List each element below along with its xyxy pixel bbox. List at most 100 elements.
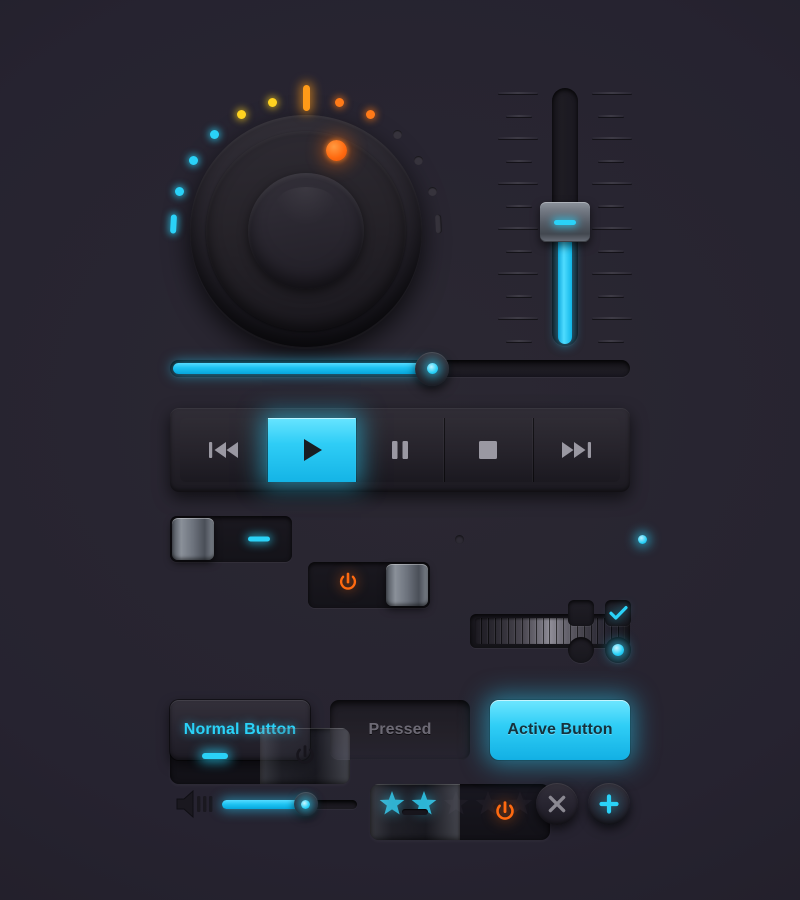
vertical-fader[interactable]: [498, 88, 632, 346]
pressed-button[interactable]: Pressed: [330, 700, 470, 760]
scroll-wheel-rib: [557, 618, 565, 644]
fader-tick: [498, 272, 538, 275]
rocker-orange-power-icon: [496, 801, 514, 820]
progress-slider-handle-led: [426, 363, 438, 374]
fader-tick: [506, 159, 532, 162]
fader-tick: [598, 340, 624, 342]
scroll-wheel-rib: [544, 618, 551, 644]
fader-tick: [506, 114, 532, 117]
scroll-wheel-rib: [502, 618, 510, 644]
small-toggle-orange-handle[interactable]: [386, 564, 428, 606]
knob-led-6: [302, 85, 310, 111]
rocker-cyan-left-face[interactable]: [170, 728, 260, 784]
rocker-cyan-power-icon: [296, 745, 314, 764]
fader-tick: [506, 340, 532, 342]
knob-led-2: [188, 156, 198, 166]
radio-selected[interactable]: [605, 637, 631, 663]
fader-tick: [592, 272, 632, 275]
rocker-cyan-right-face[interactable]: [260, 728, 350, 784]
fader-tick: [592, 92, 632, 94]
knob-led-arc: [169, 85, 443, 347]
rocker-orange-right-face[interactable]: [460, 784, 550, 840]
scroll-wheel-rib: [475, 618, 482, 644]
skip-forward-icon: [561, 442, 591, 458]
fader-tick: [598, 159, 624, 162]
rocker-switch-orange[interactable]: [370, 784, 550, 840]
add-button[interactable]: [588, 783, 630, 825]
pause-icon: [392, 441, 409, 459]
progress-slider-fill: [173, 363, 430, 374]
small-toggle-cyan-dash-icon: [248, 536, 270, 542]
fader-tick: [598, 204, 624, 207]
transport-stop-button[interactable]: [444, 418, 533, 482]
scroll-wheel-rib: [509, 618, 517, 644]
rocker-orange-left-face[interactable]: [370, 784, 460, 840]
skip-back-icon: [209, 442, 239, 458]
fader-handle-dash-icon: [554, 219, 576, 225]
progress-slider[interactable]: [170, 351, 630, 386]
knob-led-7: [334, 97, 344, 107]
fader-fill: [558, 236, 572, 344]
knob-led-10: [414, 156, 424, 166]
fader-handle[interactable]: [540, 202, 590, 243]
speaker-icon: [175, 788, 217, 820]
volume-slider-handle-led: [301, 799, 311, 809]
fader-tick: [592, 227, 632, 230]
knob-led-11: [428, 186, 438, 196]
fader-tick: [506, 249, 532, 252]
fader-tick: [498, 227, 538, 230]
transport-previous-button[interactable]: [180, 418, 268, 482]
knob-led-3: [209, 130, 219, 140]
fader-tick: [592, 182, 632, 185]
transport-next-button[interactable]: [532, 418, 621, 482]
fader-tick: [506, 204, 532, 207]
plus-icon: [599, 794, 619, 814]
fader-tick: [598, 249, 624, 252]
volume-slider-handle[interactable]: [293, 792, 318, 816]
scroll-wheel-rib: [537, 618, 544, 644]
check-icon: [608, 605, 628, 620]
scroll-wheel-rib: [496, 618, 503, 644]
pressed-button-label: Pressed: [368, 721, 432, 738]
volume-slider[interactable]: [222, 788, 357, 820]
rocker-switch-cyan[interactable]: [170, 728, 350, 784]
active-button-label: Active Button: [507, 721, 613, 738]
scroll-wheel-rib: [530, 618, 537, 644]
knob-led-8: [365, 110, 375, 120]
knob-led-9: [393, 130, 403, 140]
scroll-wheel-rib: [516, 618, 524, 644]
scroll-wheel-ribs: [475, 618, 625, 644]
fader-tick: [592, 137, 632, 140]
wheel-indicator-left: [455, 535, 464, 544]
transport-bar: [170, 408, 630, 492]
wheel-indicator-right: [638, 535, 647, 544]
small-toggle-orange[interactable]: [308, 562, 430, 608]
progress-slider-handle[interactable]: [415, 351, 450, 386]
fader-tick: [598, 294, 624, 297]
close-icon: [548, 795, 566, 813]
scroll-wheel-rib: [482, 618, 489, 644]
checkbox-checked[interactable]: [605, 600, 631, 626]
transport-play-button[interactable]: [267, 418, 356, 482]
knob-led-0: [169, 214, 177, 234]
scroll-wheel-rib: [598, 618, 606, 644]
fader-tick: [498, 92, 538, 94]
fader-tick: [592, 317, 632, 320]
small-toggle-orange-power-icon: [336, 571, 360, 600]
fader-tick: [498, 137, 538, 140]
small-toggle-cyan-handle[interactable]: [172, 518, 214, 560]
radio-selected-dot: [612, 644, 624, 656]
knob-led-12: [435, 214, 443, 234]
small-toggle-cyan[interactable]: [170, 516, 292, 562]
checkbox-unchecked[interactable]: [568, 600, 594, 626]
knob-led-4: [237, 110, 247, 120]
transport-pause-button[interactable]: [355, 418, 445, 482]
active-button[interactable]: Active Button: [490, 700, 630, 760]
fader-tick: [498, 317, 538, 320]
rocker-orange-dash-icon: [402, 809, 428, 815]
rocker-cyan-dash-icon: [202, 753, 228, 759]
radio-unselected[interactable]: [568, 637, 594, 663]
stop-icon: [479, 441, 498, 459]
scroll-wheel-rib: [550, 618, 558, 644]
knob-led-1: [174, 186, 184, 196]
